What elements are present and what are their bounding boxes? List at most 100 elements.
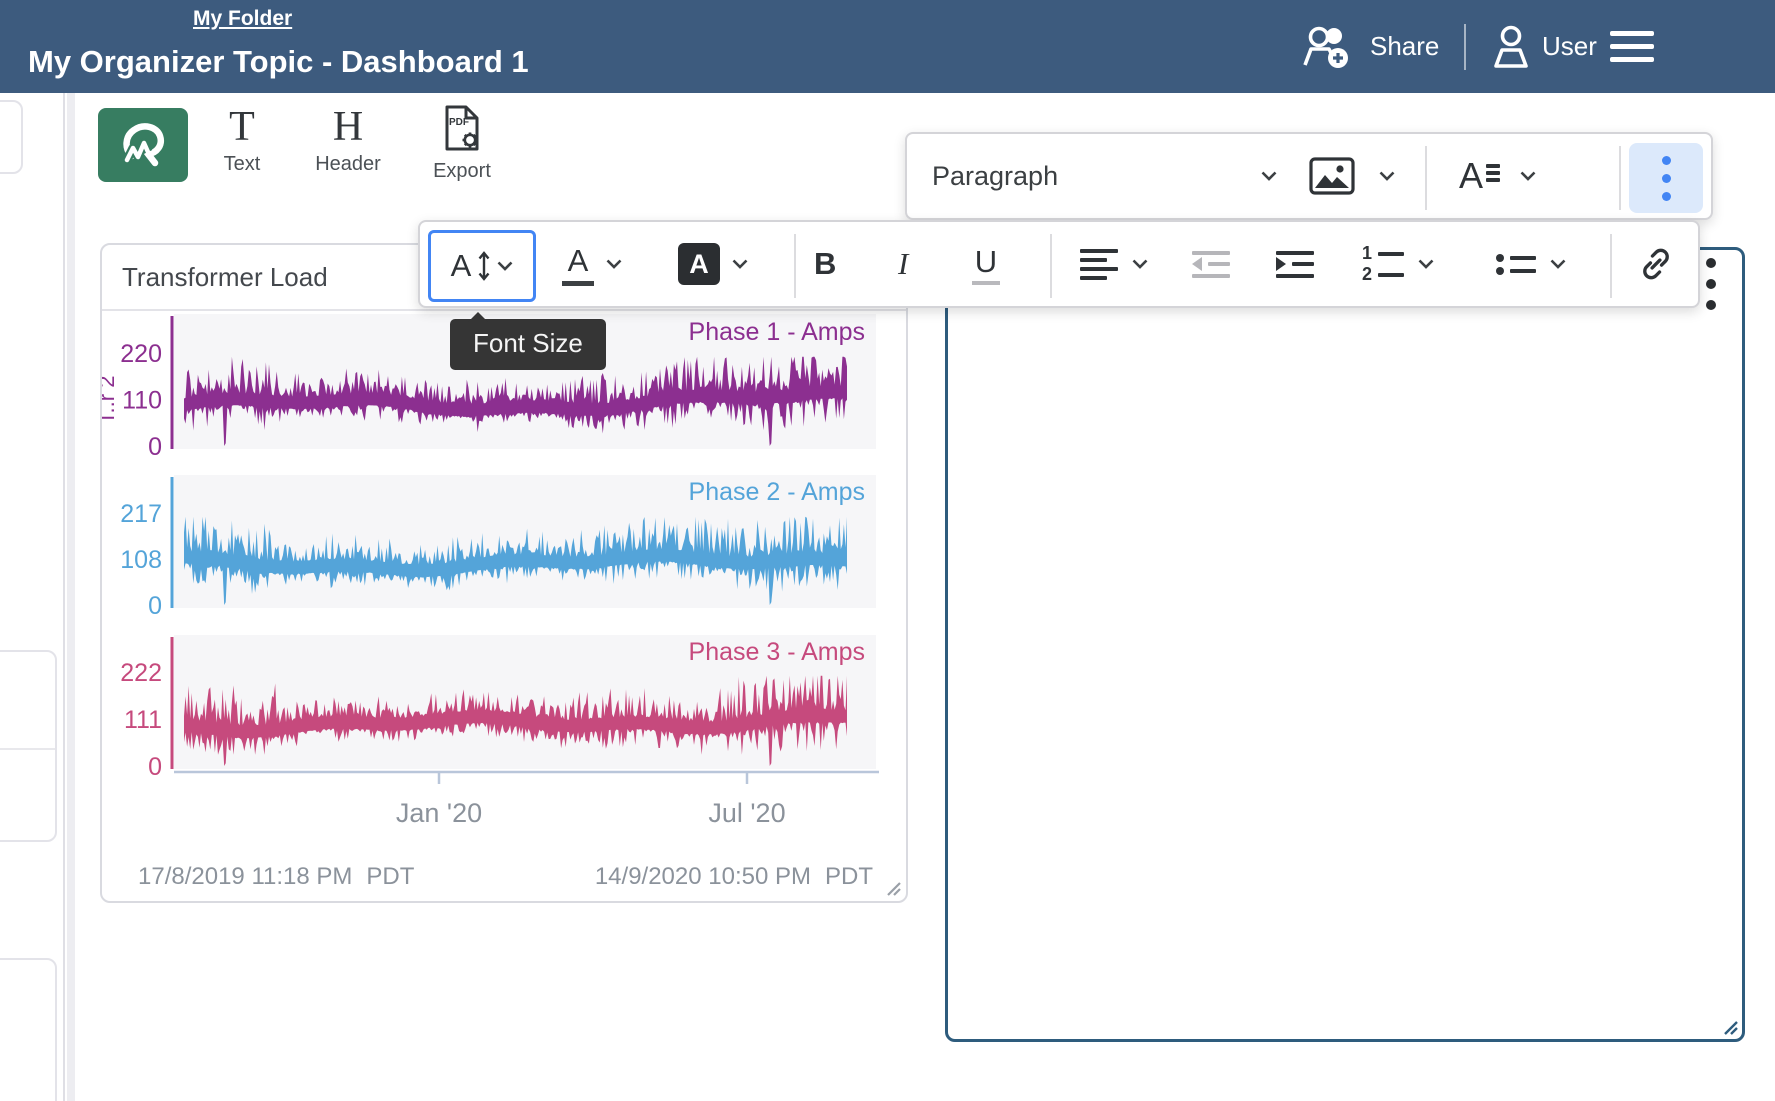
ordered-list-dropdown[interactable]: 1 2 bbox=[1358, 222, 1434, 306]
paragraph-style-label: Paragraph bbox=[932, 161, 1058, 192]
svg-text:Phase 3 - Amps: Phase 3 - Amps bbox=[689, 638, 865, 666]
share-button[interactable]: Share bbox=[1300, 0, 1439, 93]
end-tz: PDT bbox=[825, 863, 873, 891]
chevron-down-icon bbox=[606, 259, 622, 269]
left-rail-card[interactable] bbox=[0, 100, 23, 174]
pdf-text: PDF bbox=[449, 117, 469, 128]
insert-header-label: Header bbox=[304, 153, 392, 176]
chevron-down-icon bbox=[1418, 259, 1434, 269]
outdent-icon bbox=[1192, 248, 1230, 280]
toolbar-divider bbox=[1050, 234, 1052, 298]
seeq-home-button[interactable] bbox=[98, 108, 188, 182]
font-options-A-icon: A bbox=[1459, 157, 1483, 195]
font-size-A-icon: A bbox=[451, 248, 472, 284]
chevron-down-icon bbox=[497, 261, 513, 271]
text-T-icon: T bbox=[206, 104, 278, 150]
card-divider bbox=[0, 748, 55, 750]
chevron-down-icon bbox=[1379, 171, 1395, 181]
svg-text:T..r 2: T..r 2 bbox=[102, 376, 119, 425]
breadcrumb-my-folder-link[interactable]: My Folder bbox=[193, 7, 292, 31]
chevron-down-icon bbox=[1520, 171, 1536, 181]
bold-button[interactable]: B bbox=[814, 222, 836, 306]
paragraph-style-dropdown[interactable]: Paragraph bbox=[932, 134, 1277, 218]
range-start-timestamp: 17/8/2019 11:18 PM PDT bbox=[138, 863, 414, 891]
highlight-A-icon: A bbox=[678, 243, 720, 285]
seeq-logo-icon bbox=[115, 117, 171, 173]
hamburger-menu-icon[interactable] bbox=[1610, 31, 1654, 62]
export-label: Export bbox=[420, 160, 504, 183]
export-pdf-icon: PDF bbox=[440, 104, 484, 152]
panel-resize-handle[interactable] bbox=[883, 878, 901, 896]
user-menu-button[interactable]: User bbox=[1492, 0, 1597, 93]
chevron-down-icon bbox=[1550, 259, 1566, 269]
insert-text-button[interactable]: T Text bbox=[206, 104, 278, 176]
underline-button[interactable]: U bbox=[972, 222, 1000, 306]
svg-text:Jul '20: Jul '20 bbox=[708, 798, 785, 828]
svg-text:110: 110 bbox=[122, 387, 162, 415]
bullet-list-icon bbox=[1496, 253, 1536, 275]
organizer-topic-screen: My Folder My Organizer Topic - Dashboard… bbox=[0, 0, 1775, 1101]
underline-U-icon: U bbox=[975, 244, 997, 280]
svg-text:220: 220 bbox=[120, 340, 162, 368]
editor-toolbar-formatting: A A A B I bbox=[418, 220, 1700, 308]
more-options-kebab-button[interactable] bbox=[1629, 143, 1703, 213]
end-time: 14/9/2020 10:50 PM bbox=[595, 863, 811, 891]
insert-header-button[interactable]: H Header bbox=[304, 104, 392, 176]
updown-arrow-icon bbox=[478, 250, 490, 282]
svg-text:0: 0 bbox=[148, 592, 162, 620]
font-color-bar bbox=[562, 281, 594, 286]
insert-link-button[interactable] bbox=[1636, 222, 1676, 306]
share-label: Share bbox=[1370, 31, 1439, 62]
insert-image-dropdown[interactable] bbox=[1309, 134, 1395, 218]
editor-resize-handle[interactable] bbox=[1719, 1016, 1739, 1036]
top-header-bar: My Folder My Organizer Topic - Dashboard… bbox=[0, 0, 1775, 93]
user-icon bbox=[1492, 25, 1530, 69]
toolbar-divider bbox=[1425, 146, 1427, 210]
numbered-list-icon: 1 2 bbox=[1358, 243, 1404, 285]
link-icon bbox=[1636, 244, 1676, 284]
svg-text:0: 0 bbox=[148, 753, 162, 781]
indent-button[interactable] bbox=[1276, 222, 1314, 306]
left-rail-card[interactable] bbox=[0, 958, 57, 1101]
text-block-editor-area[interactable] bbox=[945, 247, 1745, 1042]
topbar-divider bbox=[1464, 24, 1466, 70]
bullet-list-dropdown[interactable] bbox=[1496, 222, 1566, 306]
align-dropdown[interactable] bbox=[1080, 222, 1148, 306]
user-label: User bbox=[1542, 31, 1597, 62]
range-end-timestamp: 14/9/2020 10:50 PM PDT bbox=[595, 863, 873, 891]
font-color-button[interactable]: A bbox=[562, 222, 622, 306]
chevron-down-icon bbox=[732, 259, 748, 269]
start-time: 17/8/2019 11:18 PM bbox=[138, 863, 352, 891]
italic-button[interactable]: I bbox=[898, 222, 908, 306]
editor-toolbar-main: Paragraph A bbox=[905, 132, 1713, 220]
svg-text:Phase 1 - Amps: Phase 1 - Amps bbox=[689, 318, 865, 346]
font-options-lines-icon bbox=[1486, 162, 1500, 184]
export-button[interactable]: PDF Export bbox=[420, 104, 504, 183]
toolbar-divider bbox=[1610, 234, 1612, 298]
svg-text:111: 111 bbox=[124, 706, 162, 734]
share-user-plus-icon bbox=[1300, 24, 1358, 70]
svg-text:108: 108 bbox=[120, 546, 162, 574]
align-left-icon bbox=[1080, 246, 1118, 282]
svg-text:Phase 2 - Amps: Phase 2 - Amps bbox=[689, 478, 865, 506]
font-size-button[interactable]: A bbox=[428, 230, 536, 302]
font-settings-dropdown[interactable]: A bbox=[1459, 134, 1536, 218]
header-H-icon: H bbox=[304, 104, 392, 150]
svg-text:Jan '20: Jan '20 bbox=[396, 798, 482, 828]
block-options-kebab-icon[interactable] bbox=[1706, 258, 1716, 310]
font-size-tooltip: Font Size bbox=[450, 319, 606, 370]
page-title: My Organizer Topic - Dashboard 1 bbox=[28, 44, 529, 80]
chevron-down-icon bbox=[1132, 259, 1148, 269]
left-rail-card[interactable] bbox=[0, 650, 57, 842]
indent-icon bbox=[1276, 248, 1314, 280]
chevron-down-icon bbox=[1261, 171, 1277, 181]
underline-bar bbox=[972, 281, 1000, 285]
outdent-button[interactable] bbox=[1192, 222, 1230, 306]
toolbar-divider bbox=[794, 234, 796, 298]
start-tz: PDT bbox=[366, 863, 414, 891]
left-rail-border bbox=[63, 93, 65, 1101]
image-icon bbox=[1309, 157, 1355, 195]
highlight-color-button[interactable]: A bbox=[678, 222, 748, 306]
svg-text:217: 217 bbox=[120, 500, 162, 528]
font-color-A-icon: A bbox=[568, 243, 589, 279]
